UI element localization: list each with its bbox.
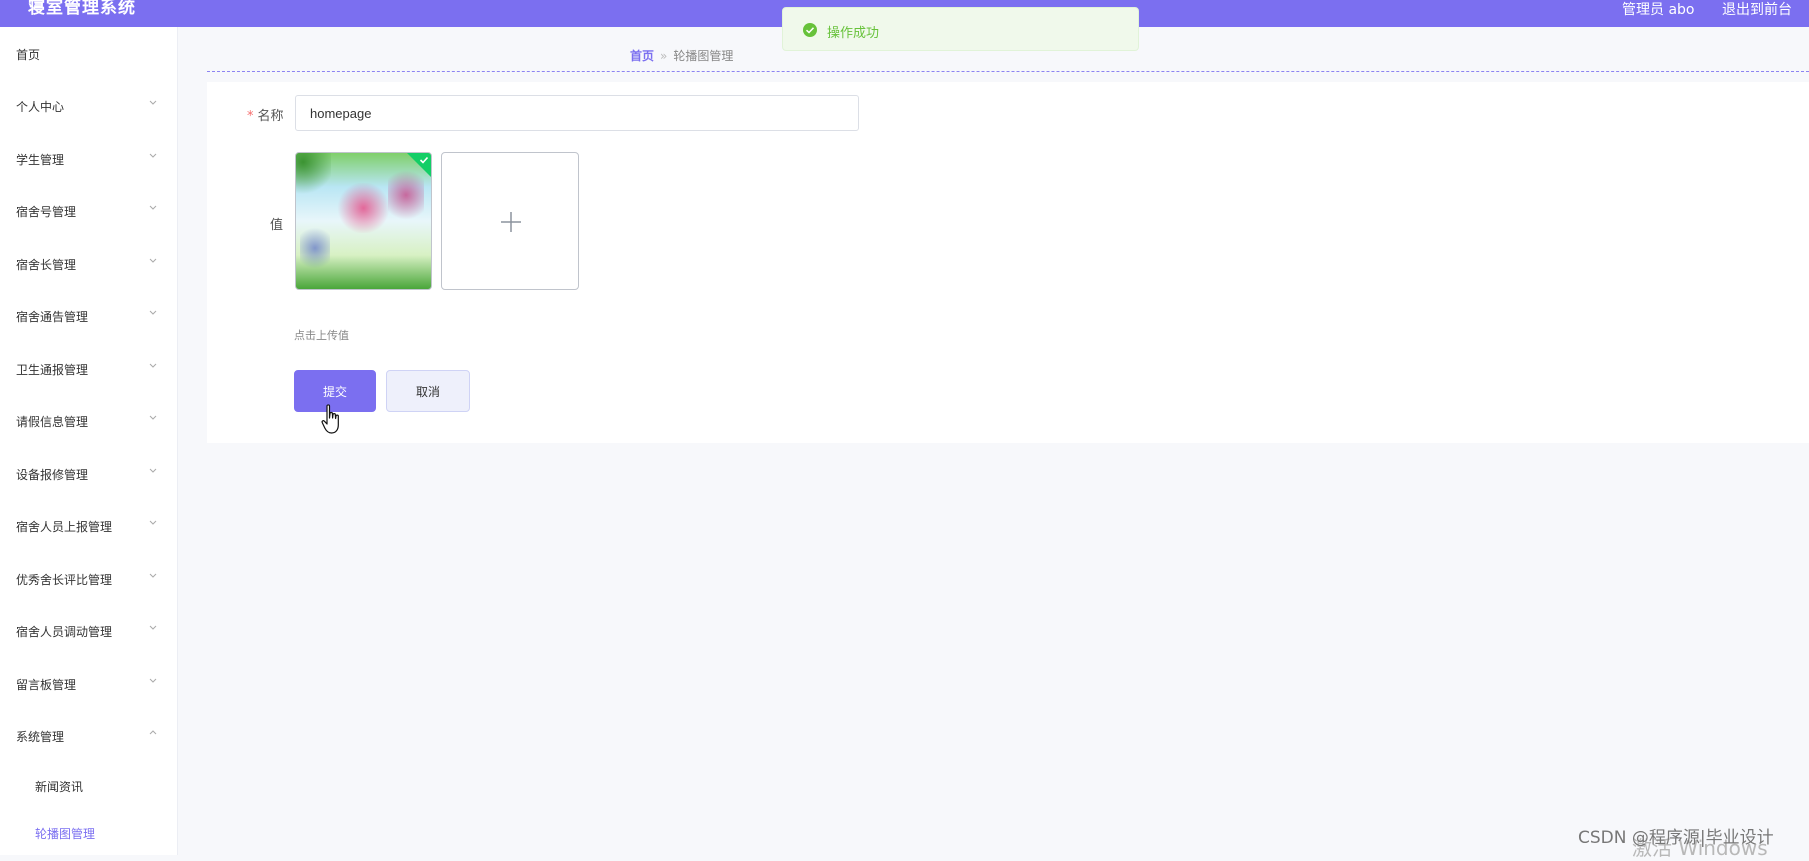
sidebar-item-label: 宿舍长管理 [16, 258, 77, 272]
sidebar-item-member-report[interactable]: 宿舍人员上报管理 [0, 506, 178, 546]
sidebar-item-label: 个人中心 [16, 100, 65, 114]
uploaded-image-thumbnail[interactable] [295, 152, 432, 290]
upload-tip: 点击上传值 [294, 329, 349, 342]
sidebar-item-equipment-repair[interactable]: 设备报修管理 [0, 454, 178, 494]
sidebar-item-label: 宿舍号管理 [16, 205, 77, 219]
image-upload-button[interactable] [441, 152, 579, 290]
sidebar-item-label: 首页 [16, 48, 41, 62]
sidebar-item-label: 设备报修管理 [16, 468, 89, 482]
sidebar-item-dorm-leader[interactable]: 宿舍长管理 [0, 244, 178, 284]
sidebar-item-dorm-notice[interactable]: 宿舍通告管理 [0, 296, 178, 336]
sidebar-item-member-transfer[interactable]: 宿舍人员调动管理 [0, 611, 178, 651]
sidebar-subitem-carousel[interactable]: 轮播图管理 [0, 815, 178, 851]
sidebar-item-system[interactable]: 系统管理 [0, 716, 178, 756]
breadcrumb-separator: » [660, 49, 668, 63]
image-content [296, 153, 331, 198]
name-label: * 名称 [247, 105, 284, 124]
chevron-down-icon [148, 151, 158, 161]
chevron-down-icon [148, 466, 158, 476]
breadcrumb-divider [207, 71, 1809, 72]
sidebar-item-home[interactable]: 首页 [0, 34, 178, 74]
sidebar-item-label: 优秀舍长评比管理 [16, 573, 113, 587]
exit-to-frontend-link[interactable]: 退出到前台 [1722, 0, 1792, 19]
sidebar-item-label: 宿舍人员上报管理 [16, 520, 113, 534]
breadcrumb-home[interactable]: 首页 [630, 49, 654, 63]
plus-icon [501, 212, 521, 232]
required-star: * [247, 109, 254, 124]
breadcrumb: 首页 » 轮播图管理 [630, 47, 733, 64]
sidebar-item-students[interactable]: 学生管理 [0, 139, 178, 179]
csdn-watermark: CSDN @程序源|毕业设计 [1578, 828, 1774, 848]
sidebar-item-label: 系统管理 [16, 730, 65, 744]
image-content [336, 183, 391, 233]
chevron-down-icon [148, 571, 158, 581]
app-title: 寝室管理系统 [28, 0, 136, 18]
check-icon [419, 156, 429, 164]
value-label: 值 [270, 218, 284, 233]
current-user: 管理员 abo [1622, 2, 1695, 18]
chevron-down-icon [148, 98, 158, 108]
sidebar-item-label: 宿舍通告管理 [16, 310, 89, 324]
chevron-down-icon [148, 623, 158, 633]
sidebar-item-label: 宿舍人员调动管理 [16, 625, 113, 639]
chevron-down-icon [148, 518, 158, 528]
success-check-icon [803, 23, 817, 37]
hand-pointer-icon [321, 404, 339, 434]
sidebar-subitem-label: 轮播图管理 [35, 827, 96, 841]
sidebar-item-label: 卫生通报管理 [16, 363, 89, 377]
sidebar-item-hygiene-report[interactable]: 卫生通报管理 [0, 349, 178, 389]
sidebar-item-leave-info[interactable]: 请假信息管理 [0, 401, 178, 441]
sidebar: 首页 个人中心 学生管理 宿舍号管理 宿舍长管理 宿舍通告管理 卫生通报管理 请… [0, 27, 178, 855]
sidebar-item-personal-center[interactable]: 个人中心 [0, 86, 178, 126]
sidebar-item-dorm-number[interactable]: 宿舍号管理 [0, 191, 178, 231]
sidebar-subitem-label: 新闻资讯 [35, 780, 84, 794]
chevron-down-icon [148, 203, 158, 213]
name-input[interactable] [295, 95, 859, 131]
sidebar-item-label: 请假信息管理 [16, 415, 89, 429]
toast-message: 操作成功 [827, 26, 880, 41]
chevron-down-icon [148, 256, 158, 266]
sidebar-item-message-board[interactable]: 留言板管理 [0, 664, 178, 704]
chevron-down-icon [148, 413, 158, 423]
sidebar-item-label: 留言板管理 [16, 678, 77, 692]
image-content [300, 223, 330, 273]
chevron-down-icon [148, 676, 158, 686]
chevron-down-icon [148, 308, 158, 318]
breadcrumb-current: 轮播图管理 [673, 49, 734, 63]
success-toast: 操作成功 [782, 7, 1139, 51]
sidebar-item-excellent-leader[interactable]: 优秀舍长评比管理 [0, 559, 178, 599]
name-label-text: 名称 [257, 109, 284, 124]
sidebar-subitem-news[interactable]: 新闻资讯 [0, 768, 178, 804]
cancel-button[interactable]: 取消 [386, 370, 470, 412]
chevron-down-icon [148, 361, 158, 371]
chevron-up-icon [148, 728, 158, 738]
sidebar-item-label: 学生管理 [16, 153, 65, 167]
